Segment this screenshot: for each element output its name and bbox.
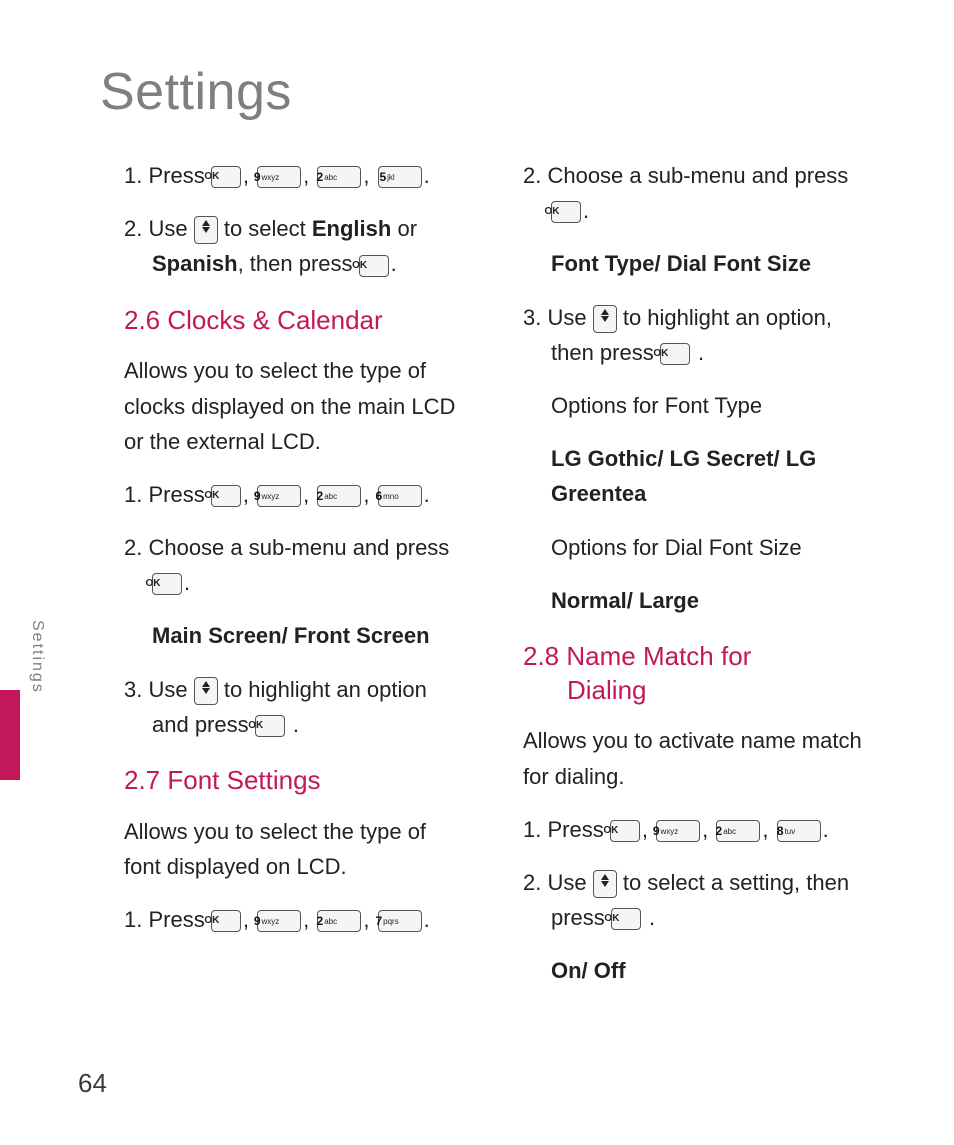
key-9-icon: 9wxyz <box>257 485 301 507</box>
side-section-label: Settings <box>26 620 46 694</box>
option-spanish: Spanish <box>152 251 238 276</box>
name-match-values: On/ Off <box>499 953 864 988</box>
nav-up-down-icon <box>593 870 617 898</box>
dial-font-size-options-label: Options for Dial Font Size <box>499 530 864 565</box>
key-2-icon: 2abc <box>317 166 361 188</box>
ok-key-icon: OK <box>610 820 640 842</box>
key-2-icon: 2abc <box>317 910 361 932</box>
ok-key-icon: OK <box>611 908 641 930</box>
step-2-6-1: 1. Press OK, 9wxyz, 2abc, 6mno. <box>100 477 465 512</box>
font-type-options-label: Options for Font Type <box>499 388 864 423</box>
step-text: 2. Choose a sub-menu and press <box>523 163 848 188</box>
nav-up-down-icon <box>593 305 617 333</box>
ok-key-icon: OK <box>255 715 285 737</box>
step-2-7-2: 2. Choose a sub-menu and press OK. <box>499 158 864 228</box>
step-2-5-1: 1. Press OK, 9wxyz, 2abc, 5jkl. <box>100 158 465 193</box>
step-text: to select <box>224 216 312 241</box>
ok-key-icon: OK <box>211 166 241 188</box>
submenu-2-6: Main Screen/ Front Screen <box>100 618 465 653</box>
section-2-7-intro: Allows you to select the type of font di… <box>100 814 465 884</box>
key-6-icon: 6mno <box>378 485 422 507</box>
key-9-icon: 9wxyz <box>656 820 700 842</box>
ok-key-icon: OK <box>152 573 182 595</box>
key-5-icon: 5jkl <box>378 166 422 188</box>
step-text: or <box>397 216 417 241</box>
option-english: English <box>312 216 391 241</box>
step-2-8-1: 1. Press OK, 9wxyz, 2abc, 8tuv. <box>499 812 864 847</box>
step-text: , then press <box>238 251 359 276</box>
ok-key-icon: OK <box>211 910 241 932</box>
ok-key-icon: OK <box>359 255 389 277</box>
left-column: 1. Press OK, 9wxyz, 2abc, 5jkl. 2. Use t… <box>100 158 465 1007</box>
section-heading-2-7: 2.7 Font Settings <box>124 764 465 798</box>
key-9-icon: 9wxyz <box>257 166 301 188</box>
nav-up-down-icon <box>194 216 218 244</box>
page-title: Settings <box>100 62 864 122</box>
key-2-icon: 2abc <box>317 485 361 507</box>
key-7-icon: 7pqrs <box>378 910 422 932</box>
step-text: 3. Use <box>124 677 194 702</box>
step-text: 2. Use <box>124 216 194 241</box>
step-2-6-3: 3. Use to highlight an option and press … <box>100 672 465 742</box>
step-2-7-3: 3. Use to highlight an option, then pres… <box>499 300 864 370</box>
step-2-7-1: 1. Press OK, 9wxyz, 2abc, 7pqrs. <box>100 902 465 937</box>
heading-line-1: 2.8 Name Match for <box>523 641 751 671</box>
step-text: 2. Use <box>523 870 593 895</box>
side-tab-marker <box>0 690 20 780</box>
step-2-6-2: 2. Choose a sub-menu and press OK. <box>100 530 465 600</box>
key-8-icon: 8tuv <box>777 820 821 842</box>
ok-key-icon: OK <box>660 343 690 365</box>
key-2-icon: 2abc <box>716 820 760 842</box>
step-2-5-2: 2. Use to select English or Spanish, the… <box>100 211 465 281</box>
right-column: 2. Choose a sub-menu and press OK. Font … <box>499 158 864 1007</box>
step-text: 1. Press <box>523 817 610 842</box>
manual-page: Settings 1. Press OK, 9wxyz, 2abc, 5jkl.… <box>0 0 954 1145</box>
step-text: 2. Choose a sub-menu and press <box>124 535 449 560</box>
step-2-8-2: 2. Use to select a setting, then press O… <box>499 865 864 935</box>
step-text: 1. Press <box>124 482 211 507</box>
two-column-layout: 1. Press OK, 9wxyz, 2abc, 5jkl. 2. Use t… <box>100 158 864 1007</box>
page-number: 64 <box>78 1068 107 1099</box>
section-heading-2-6: 2.6 Clocks & Calendar <box>124 304 465 338</box>
section-2-6-intro: Allows you to select the type of clocks … <box>100 353 465 459</box>
key-9-icon: 9wxyz <box>257 910 301 932</box>
step-text: 1. Press <box>124 163 211 188</box>
section-2-8-intro: Allows you to activate name match for di… <box>499 723 864 793</box>
heading-line-2: Dialing <box>567 675 647 705</box>
section-heading-2-8: 2.8 Name Match for Dialing <box>523 640 864 708</box>
dial-font-size-options-values: Normal/ Large <box>499 583 864 618</box>
step-text: 3. Use <box>523 305 593 330</box>
nav-up-down-icon <box>194 677 218 705</box>
ok-key-icon: OK <box>551 201 581 223</box>
font-type-options-values: LG Gothic/ LG Secret/ LG Greentea <box>499 441 864 511</box>
ok-key-icon: OK <box>211 485 241 507</box>
submenu-2-7: Font Type/ Dial Font Size <box>499 246 864 281</box>
step-text: 1. Press <box>124 907 211 932</box>
